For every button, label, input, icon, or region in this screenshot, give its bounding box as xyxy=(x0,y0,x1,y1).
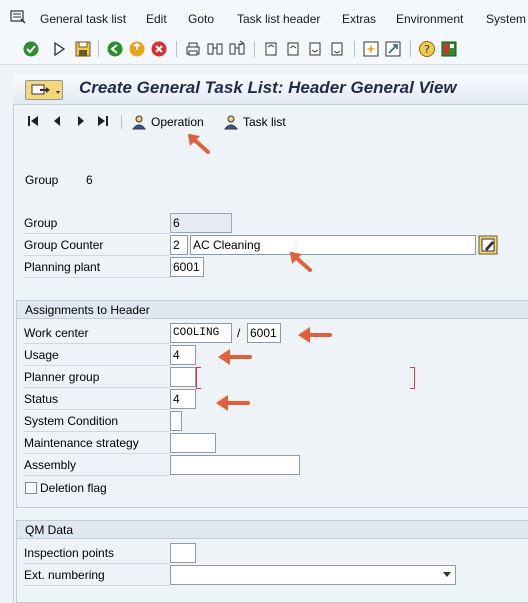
planner-group-label: Planner group xyxy=(24,367,170,388)
customize-layout-icon[interactable] xyxy=(440,40,458,58)
assembly-field[interactable] xyxy=(170,455,300,475)
usage-field[interactable]: 4 xyxy=(170,345,196,365)
play-icon[interactable] xyxy=(50,40,68,58)
shortcut-icon[interactable] xyxy=(384,40,402,58)
annotation-arrow xyxy=(298,327,332,343)
operation-icon xyxy=(131,115,147,130)
annotation-arrow xyxy=(216,395,250,411)
status-field[interactable]: 4 xyxy=(170,389,196,409)
inspection-points-field[interactable] xyxy=(170,543,196,563)
system-condition-field[interactable] xyxy=(170,411,182,431)
task-list-label: Task list xyxy=(243,115,286,129)
menu-task-list-header[interactable]: Task list header xyxy=(237,12,320,26)
last-page-icon[interactable] xyxy=(328,40,346,58)
selection-bracket-left xyxy=(196,367,201,389)
toolbar-separator xyxy=(98,41,99,57)
back-icon[interactable] xyxy=(106,40,124,58)
assignments-section-title: Assignments to Header xyxy=(17,301,528,319)
svg-text:?: ? xyxy=(424,43,430,56)
save-icon[interactable] xyxy=(74,40,92,58)
ext-numbering-dropdown[interactable] xyxy=(170,565,456,585)
first-record-icon[interactable] xyxy=(27,115,39,127)
qm-section-title: QM Data xyxy=(17,521,528,539)
menu-extras[interactable]: Extras xyxy=(342,12,376,26)
task-list-button[interactable]: Task list xyxy=(223,112,286,132)
work-center-separator: / xyxy=(237,326,241,340)
menu-bar: General task list Edit Goto Task list he… xyxy=(0,0,528,36)
find-icon[interactable] xyxy=(206,40,224,58)
menu-options-icon[interactable] xyxy=(10,10,26,24)
planner-group-field[interactable] xyxy=(170,367,196,387)
page-title: Create General Task List: Header General… xyxy=(79,78,457,97)
annotation-arrow xyxy=(188,134,210,154)
help-icon[interactable]: ? xyxy=(418,40,436,58)
group-counter-field[interactable]: 2 xyxy=(170,235,188,255)
usage-label: Usage xyxy=(24,345,170,366)
enter-check-icon[interactable] xyxy=(22,40,40,58)
next-record-icon[interactable] xyxy=(75,115,87,127)
task-list-icon xyxy=(223,115,239,130)
work-center-plant-field[interactable]: 6001 xyxy=(247,323,281,343)
previous-record-icon[interactable] xyxy=(51,115,63,127)
long-text-edit-icon[interactable] xyxy=(478,235,498,255)
work-center-field[interactable]: COOLING xyxy=(170,323,232,343)
standard-toolbar: ? xyxy=(0,36,528,65)
assembly-label: Assembly xyxy=(24,455,170,476)
inspection-points-label: Inspection points xyxy=(24,543,170,564)
maintenance-strategy-field[interactable] xyxy=(170,433,216,453)
first-page-icon[interactable] xyxy=(262,40,280,58)
work-center-label: Work center xyxy=(24,323,170,344)
object-menu-icon xyxy=(31,84,60,95)
menu-system[interactable]: System xyxy=(486,12,526,26)
group-field: 6 xyxy=(170,213,232,233)
header-group-value: 6 xyxy=(86,173,93,187)
menu-goto[interactable]: Goto xyxy=(188,12,214,26)
group-label: Group xyxy=(24,213,170,234)
group-counter-label: Group Counter xyxy=(24,235,170,256)
find-next-icon[interactable] xyxy=(228,40,246,58)
menu-general-task-list[interactable]: General task list xyxy=(40,12,126,26)
maintenance-strategy-label: Maintenance strategy xyxy=(24,433,170,454)
ext-numbering-label: Ext. numbering xyxy=(24,565,170,586)
chevron-down-icon[interactable] xyxy=(443,572,451,577)
toolbar-separator xyxy=(176,41,177,57)
toolbar-separator xyxy=(121,115,122,129)
planning-plant-label: Planning plant xyxy=(24,257,170,278)
operation-button[interactable]: Operation xyxy=(131,112,204,132)
toolbar-separator xyxy=(254,41,255,57)
previous-page-icon[interactable] xyxy=(284,40,302,58)
task-list-description-field[interactable]: AC Cleaning xyxy=(190,235,476,255)
print-icon[interactable] xyxy=(184,40,202,58)
cancel-icon[interactable] xyxy=(150,40,168,58)
annotation-arrow xyxy=(218,349,252,365)
deletion-flag-label: Deletion flag xyxy=(40,481,107,495)
planning-plant-field[interactable]: 6001 xyxy=(170,257,204,277)
menu-environment[interactable]: Environment xyxy=(396,12,463,26)
deletion-flag-checkbox[interactable] xyxy=(25,482,37,494)
operation-label: Operation xyxy=(151,115,204,129)
toolbar-separator xyxy=(354,41,355,57)
next-page-icon[interactable] xyxy=(306,40,324,58)
toolbar-separator xyxy=(410,41,411,57)
object-menu-button[interactable] xyxy=(25,80,63,100)
menu-edit[interactable]: Edit xyxy=(146,12,167,26)
create-session-icon[interactable] xyxy=(362,40,380,58)
annotation-arrow xyxy=(290,252,312,272)
selection-bracket-right xyxy=(410,367,415,389)
application-toolbar: Operation Task list xyxy=(13,108,528,136)
title-bar: Create General Task List: Header General… xyxy=(13,74,528,105)
system-condition-label: System Condition xyxy=(24,411,170,432)
last-record-icon[interactable] xyxy=(97,115,109,127)
exit-icon[interactable] xyxy=(128,40,146,58)
header-group-label: Group xyxy=(25,173,59,187)
status-label: Status xyxy=(24,389,170,410)
